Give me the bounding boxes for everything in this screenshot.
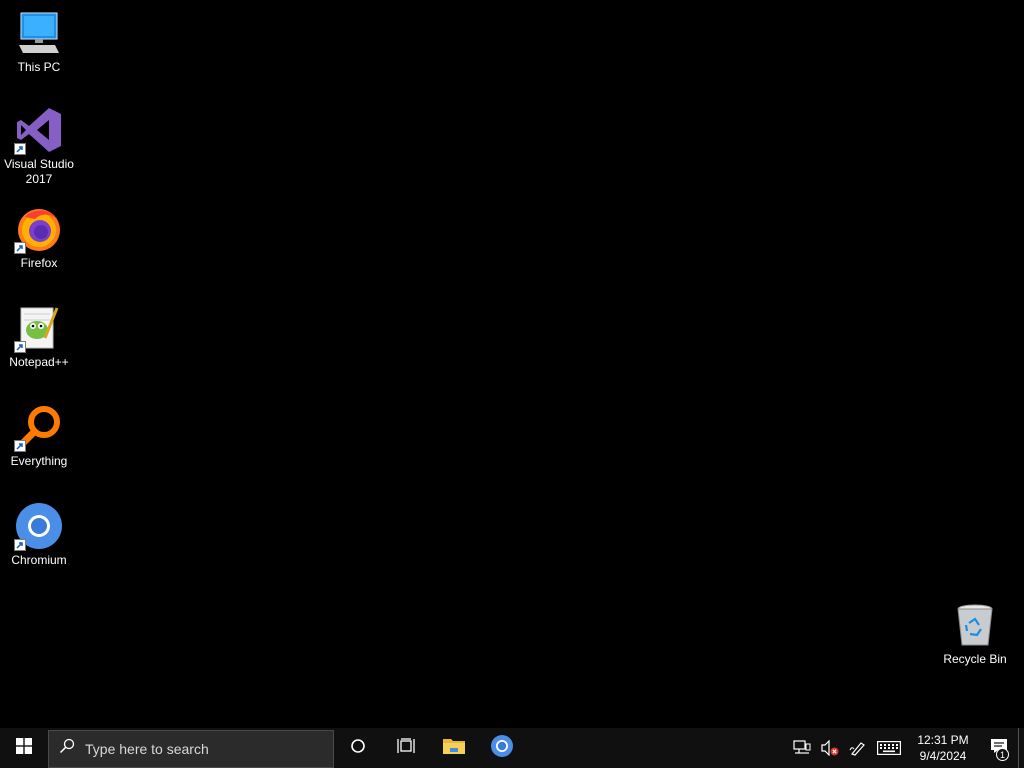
- action-center-button[interactable]: 1: [980, 728, 1018, 768]
- keyboard-icon[interactable]: [874, 728, 904, 768]
- pen-icon[interactable]: [846, 728, 870, 768]
- desktop-icon-chromium[interactable]: Chromium: [1, 501, 77, 568]
- chromium-icon: [14, 501, 64, 551]
- notepad-plus-plus-icon: [14, 303, 64, 353]
- cortana-icon: [350, 738, 366, 759]
- clock-date: 9/4/2024: [919, 749, 967, 763]
- search-icon: [59, 738, 75, 759]
- cortana-button[interactable]: [334, 728, 382, 768]
- desktop-icon-label: This PC: [17, 60, 61, 74]
- desktop-icon-label: Recycle Bin: [943, 652, 1007, 666]
- everything-search-icon: [14, 402, 64, 452]
- taskbar-file-explorer[interactable]: [430, 728, 478, 768]
- shortcut-arrow-icon: [14, 143, 26, 155]
- desktop-icon-label: Chromium: [11, 553, 67, 567]
- shortcut-arrow-icon: [14, 440, 26, 452]
- chromium-icon: [490, 734, 514, 763]
- start-button[interactable]: [0, 728, 48, 768]
- desktop-icon-label: Everything: [10, 454, 68, 468]
- volume-muted-icon[interactable]: [818, 728, 842, 768]
- taskbar-chromium[interactable]: [478, 728, 526, 768]
- visual-studio-icon: [14, 105, 64, 155]
- firefox-icon: [14, 204, 64, 254]
- shortcut-arrow-icon: [14, 242, 26, 254]
- notification-count-badge: 1: [996, 748, 1009, 761]
- shortcut-arrow-icon: [14, 539, 26, 551]
- system-tray: 12:31 PM 9/4/2024 1: [788, 728, 1024, 768]
- shortcut-arrow-icon: [14, 341, 26, 353]
- search-placeholder: Type here to search: [85, 740, 209, 757]
- taskbar: Type here to search 12:31 PM 9/4/2024 1: [0, 728, 1024, 768]
- task-view-button[interactable]: [382, 728, 430, 768]
- network-icon[interactable]: [790, 728, 814, 768]
- desktop-icon-recycle-bin[interactable]: Recycle Bin: [937, 600, 1013, 667]
- recycle-bin-icon: [950, 600, 1000, 650]
- file-explorer-icon: [442, 736, 466, 761]
- this-pc-icon: [14, 8, 64, 58]
- desktop-icon-everything[interactable]: Everything: [1, 402, 77, 469]
- desktop-icon-visual-studio[interactable]: Visual Studio 2017: [1, 105, 77, 187]
- desktop-icon-label: Firefox: [20, 256, 58, 270]
- taskbar-search-box[interactable]: Type here to search: [48, 729, 334, 768]
- desktop: This PC Visual Studio 2017 Firefox Notep…: [0, 0, 1024, 728]
- desktop-icon-notepad-plus-plus[interactable]: Notepad++: [1, 303, 77, 370]
- show-desktop-button[interactable]: [1018, 728, 1024, 768]
- taskbar-clock[interactable]: 12:31 PM 9/4/2024: [906, 728, 980, 768]
- desktop-icon-this-pc[interactable]: This PC: [1, 8, 77, 75]
- desktop-icon-firefox[interactable]: Firefox: [1, 204, 77, 271]
- windows-logo-icon: [16, 737, 32, 759]
- task-view-icon: [397, 737, 415, 759]
- clock-time: 12:31 PM: [917, 733, 969, 747]
- desktop-icon-label: Visual Studio 2017: [4, 157, 74, 186]
- desktop-icon-label: Notepad++: [9, 355, 69, 369]
